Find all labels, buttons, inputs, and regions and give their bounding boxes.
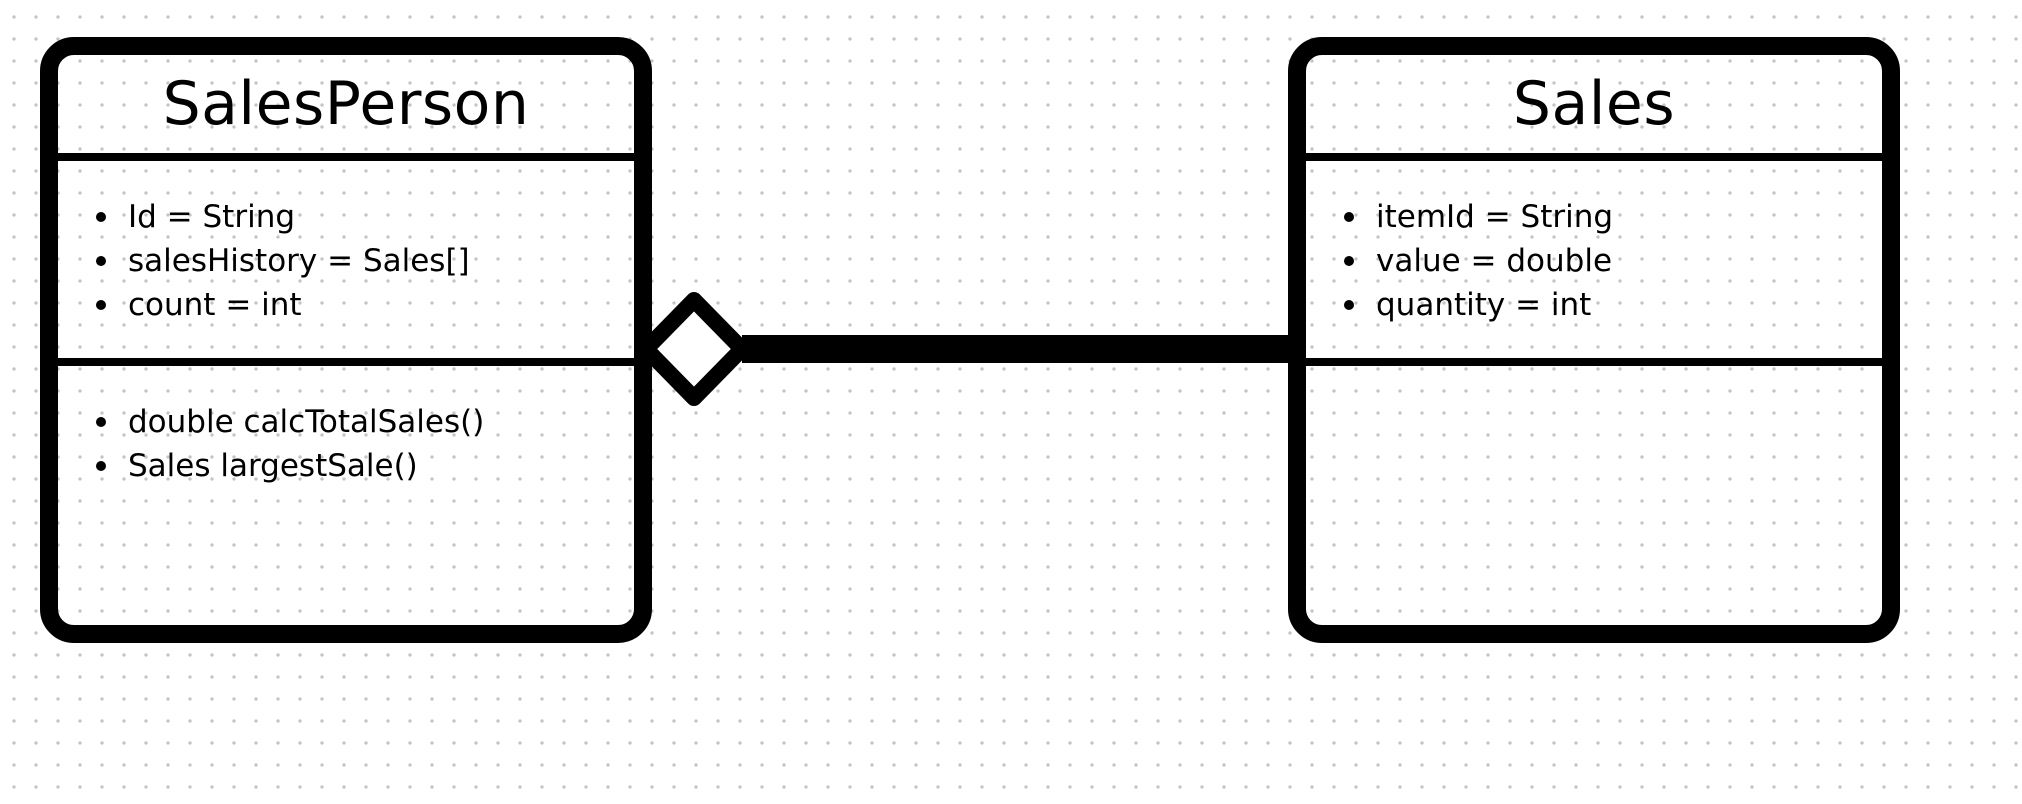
- method-item: Sales largestSale(): [58, 444, 634, 488]
- bullet-icon: [96, 461, 106, 471]
- attribute-item: itemId = String: [1306, 195, 1882, 239]
- attribute-item: quantity = int: [1306, 283, 1882, 327]
- bullet-icon: [96, 300, 106, 310]
- class-name: Sales: [1512, 69, 1676, 139]
- name-divider: [1306, 153, 1882, 161]
- attribute-text: quantity = int: [1376, 287, 1592, 323]
- attribute-list: Id = String salesHistory = Sales[] count…: [58, 195, 634, 327]
- class-name: SalesPerson: [162, 69, 530, 139]
- bullet-icon: [1344, 256, 1354, 266]
- attribute-divider: [1306, 358, 1882, 366]
- class-box-sales[interactable]: Sales itemId = String value = double qua…: [1288, 37, 1900, 643]
- attribute-text: Id = String: [128, 199, 296, 235]
- method-text: double calcTotalSales(): [128, 404, 485, 440]
- attribute-text: salesHistory = Sales[]: [128, 243, 470, 279]
- attribute-item: count = int: [58, 283, 634, 327]
- method-text: Sales largestSale(): [128, 448, 418, 484]
- method-item: double calcTotalSales(): [58, 400, 634, 444]
- name-divider: [58, 153, 634, 161]
- attribute-divider: [58, 358, 634, 366]
- diagram-canvas: SalesPerson Id = String salesHistory = S…: [0, 0, 2022, 804]
- bullet-icon: [96, 417, 106, 427]
- aggregation-diamond-icon[interactable]: [638, 292, 750, 406]
- attribute-text: itemId = String: [1376, 199, 1614, 235]
- attribute-list: itemId = String value = double quantity …: [1306, 195, 1882, 327]
- attribute-item: Id = String: [58, 195, 634, 239]
- attribute-item: value = double: [1306, 239, 1882, 283]
- attribute-text: count = int: [128, 287, 302, 323]
- bullet-icon: [96, 212, 106, 222]
- bullet-icon: [1344, 300, 1354, 310]
- attribute-text: value = double: [1376, 243, 1613, 279]
- bullet-icon: [96, 256, 106, 266]
- attribute-item: salesHistory = Sales[]: [58, 239, 634, 283]
- class-box-salesperson[interactable]: SalesPerson Id = String salesHistory = S…: [40, 37, 652, 643]
- bullet-icon: [1344, 212, 1354, 222]
- method-list: double calcTotalSales() Sales largestSal…: [58, 400, 634, 488]
